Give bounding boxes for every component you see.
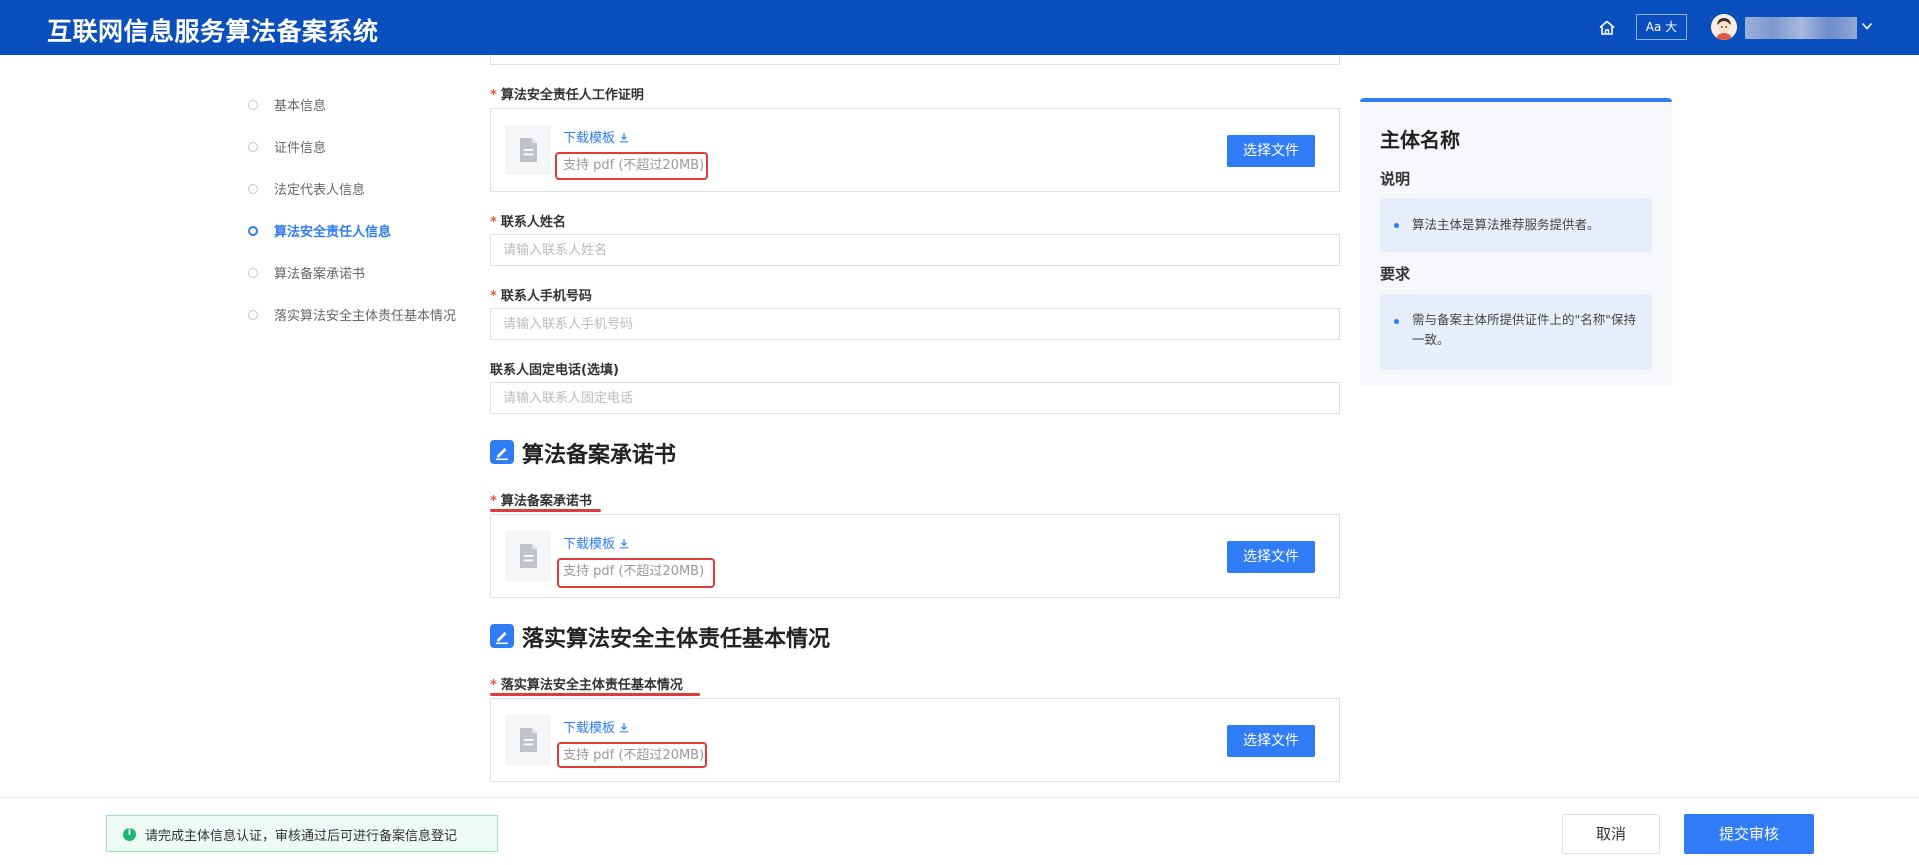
avatar[interactable]: [1711, 14, 1737, 40]
app-header: 互联网信息服务算法备案系统 Aa 大: [0, 0, 1919, 55]
description-text: 算法主体是算法推荐服务提供者。: [1412, 217, 1600, 232]
choose-file-button[interactable]: 选择文件: [1227, 725, 1315, 757]
cancel-button[interactable]: 取消: [1562, 814, 1660, 854]
user-name[interactable]: [1745, 17, 1857, 39]
section-title-text: 算法备案承诺书: [522, 443, 677, 468]
contact-phone-label: * 联系人手机号码: [490, 289, 592, 304]
chevron-down-icon[interactable]: [1861, 20, 1873, 32]
download-template-link[interactable]: 下载模板: [563, 717, 629, 736]
commitment-label: * 算法备案承诺书: [490, 494, 592, 509]
section-title-text: 落实算法安全主体责任基本情况: [522, 627, 831, 652]
requirement-heading: 要求: [1380, 265, 1411, 283]
avatar-icon: [1711, 14, 1737, 40]
previous-field-box: [490, 55, 1340, 65]
responsibility-label: * 落实算法安全主体责任基本情况: [490, 678, 683, 693]
requirement-text: 需与备案主体所提供证件上的"名称"保持一致。: [1412, 312, 1636, 347]
home-icon[interactable]: [1597, 18, 1617, 38]
bullet-icon: [1394, 319, 1399, 324]
submit-review-button[interactable]: 提交审核: [1684, 814, 1814, 854]
required-mark: *: [490, 289, 497, 304]
description-box: 算法主体是算法推荐服务提供者。: [1380, 198, 1652, 252]
nav-dot: [248, 142, 258, 152]
contact-phone-input[interactable]: [490, 308, 1340, 340]
annotation-outline: [555, 152, 708, 180]
app-title: 互联网信息服务算法备案系统: [47, 17, 379, 46]
contact-landline-input[interactable]: [490, 382, 1340, 414]
requirement-box: 需与备案主体所提供证件上的"名称"保持一致。: [1380, 294, 1652, 370]
nav-dot: [248, 100, 258, 110]
notice-text: 请完成主体信息认证，审核通过后可进行备案信息登记: [145, 829, 458, 844]
nav-dot: [248, 310, 258, 320]
file-icon: [505, 715, 551, 765]
responsibility-upload: 下载模板 支持 pdf (不超过20MB) 选择文件: [490, 698, 1340, 782]
edit-icon: [490, 440, 514, 464]
file-icon: [505, 125, 551, 175]
annotation-outline: [557, 742, 707, 768]
description-heading: 说明: [1380, 170, 1411, 188]
required-mark: *: [490, 215, 497, 230]
nav-item-label: 基本信息: [274, 99, 327, 114]
annotation-underline: [490, 509, 601, 512]
nav-dot: [248, 268, 258, 278]
nav-item-label: 算法备案承诺书: [274, 267, 366, 282]
required-mark: *: [490, 678, 497, 693]
download-template-link[interactable]: 下载模板: [563, 127, 629, 146]
required-mark: *: [490, 88, 497, 103]
contact-name-label: * 联系人姓名: [490, 215, 566, 230]
download-icon: [620, 133, 629, 143]
required-mark: *: [490, 494, 497, 509]
nav-item-label: 法定代表人信息: [274, 183, 366, 198]
work-cert-upload: 下载模板 支持 pdf (不超过20MB) 选择文件: [490, 108, 1340, 192]
edit-icon: [490, 624, 514, 648]
download-icon: [620, 723, 629, 733]
nav-dot: [248, 226, 258, 236]
choose-file-button[interactable]: 选择文件: [1227, 541, 1315, 573]
help-panel: 主体名称 说明 算法主体是算法推荐服务提供者。 要求 需与备案主体所提供证件上的…: [1360, 98, 1672, 386]
nav-item-label: 落实算法安全主体责任基本情况: [274, 309, 457, 324]
nav-item-label: 证件信息: [274, 141, 327, 156]
info-icon: [123, 827, 136, 841]
contact-landline-label: 联系人固定电话(选填): [490, 363, 619, 378]
download-template-link[interactable]: 下载模板: [563, 533, 629, 552]
download-icon: [620, 539, 629, 549]
nav-dot: [248, 184, 258, 194]
nav-item-label: 算法安全责任人信息: [274, 225, 392, 240]
panel-title: 主体名称: [1380, 128, 1460, 152]
file-icon: [505, 531, 551, 581]
bullet-icon: [1394, 223, 1399, 228]
annotation-outline: [557, 558, 715, 588]
action-footer: 请完成主体信息认证，审核通过后可进行备案信息登记 取消 提交审核: [0, 797, 1919, 865]
certification-notice: 请完成主体信息认证，审核通过后可进行备案信息登记: [106, 815, 498, 852]
font-size-toggle[interactable]: Aa 大: [1636, 14, 1687, 40]
commitment-upload: 下载模板 支持 pdf (不超过20MB) 选择文件: [490, 514, 1340, 598]
work-cert-label: * 算法安全责任人工作证明: [490, 88, 644, 103]
contact-name-input[interactable]: [490, 234, 1340, 266]
annotation-underline: [490, 693, 700, 696]
choose-file-button[interactable]: 选择文件: [1227, 135, 1315, 167]
